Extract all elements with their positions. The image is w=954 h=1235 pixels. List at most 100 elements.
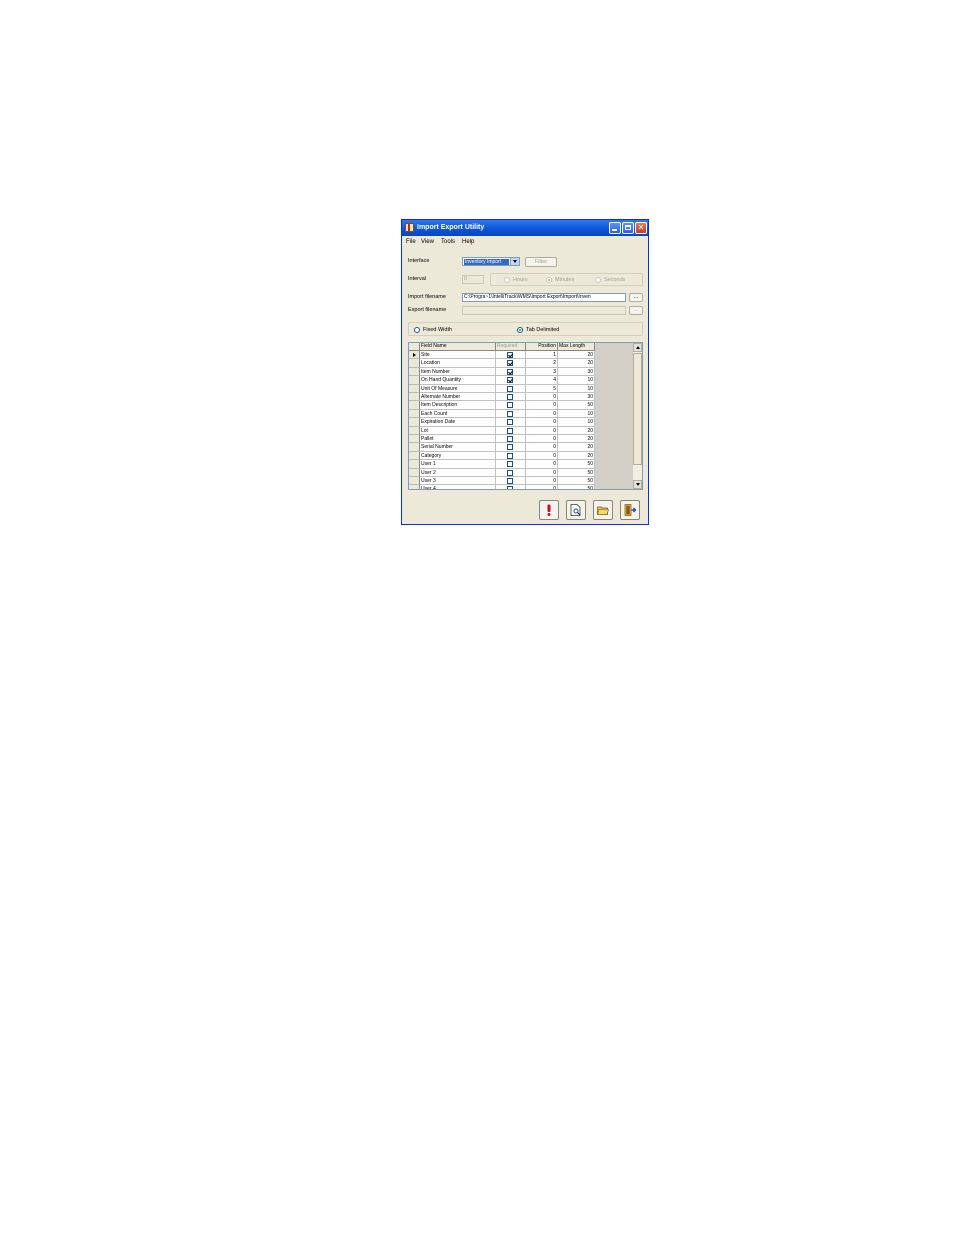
table-row[interactable]: Expiration Date 0 10 bbox=[409, 418, 595, 427]
cell-max-length[interactable]: 30 bbox=[558, 393, 595, 402]
row-selector[interactable] bbox=[409, 468, 420, 477]
cell-max-length[interactable]: 50 bbox=[558, 477, 595, 486]
header-max-length[interactable]: Max Length bbox=[558, 343, 595, 351]
table-row[interactable]: Location 2 20 bbox=[409, 359, 595, 368]
cell-position[interactable]: 0 bbox=[526, 409, 558, 419]
export-filename-input[interactable] bbox=[462, 306, 626, 315]
row-selector[interactable] bbox=[409, 351, 420, 360]
import-filename-input[interactable]: C:\Progra~1\IntelliTrack\WMS\Import Expo… bbox=[462, 293, 626, 302]
cell-field-name[interactable]: User 1 bbox=[420, 460, 496, 469]
cell-field-name[interactable]: Each Count bbox=[420, 409, 496, 419]
vertical-scrollbar[interactable] bbox=[632, 343, 642, 489]
row-selector[interactable] bbox=[409, 435, 420, 444]
cell-field-name[interactable]: Pallet bbox=[420, 435, 496, 444]
menu-file[interactable]: File bbox=[406, 237, 416, 247]
table-row[interactable]: User 2 0 50 bbox=[409, 468, 595, 477]
table-row[interactable]: Unit Of Measure 5 10 bbox=[409, 384, 595, 393]
required-checkbox[interactable] bbox=[507, 377, 513, 384]
cell-max-length[interactable]: 20 bbox=[558, 426, 595, 435]
cell-max-length[interactable]: 10 bbox=[558, 409, 595, 419]
radio-hours[interactable] bbox=[504, 277, 510, 283]
required-checkbox[interactable] bbox=[507, 469, 513, 476]
required-checkbox[interactable] bbox=[507, 444, 513, 451]
cell-required[interactable] bbox=[496, 351, 526, 360]
cell-position[interactable]: 0 bbox=[526, 393, 558, 402]
cell-position[interactable]: 0 bbox=[526, 485, 558, 489]
header-position[interactable]: Position bbox=[526, 343, 558, 351]
cell-field-name[interactable]: Unit Of Measure bbox=[420, 384, 496, 393]
cell-position[interactable]: 4 bbox=[526, 376, 558, 385]
header-required[interactable]: Required bbox=[496, 343, 526, 351]
cell-field-name[interactable]: Serial Number bbox=[420, 443, 496, 452]
cell-required[interactable] bbox=[496, 359, 526, 368]
cell-max-length[interactable]: 50 bbox=[558, 485, 595, 489]
header-field-name[interactable]: Field Name bbox=[420, 343, 496, 351]
table-row[interactable]: Serial Number 0 20 bbox=[409, 443, 595, 452]
required-checkbox[interactable] bbox=[507, 402, 513, 409]
cell-max-length[interactable]: 20 bbox=[558, 435, 595, 444]
maximize-button[interactable] bbox=[622, 222, 634, 234]
cell-max-length[interactable]: 50 bbox=[558, 401, 595, 410]
cell-max-length[interactable]: 20 bbox=[558, 443, 595, 452]
cell-max-length[interactable]: 20 bbox=[558, 351, 595, 360]
table-row[interactable]: User 3 0 50 bbox=[409, 477, 595, 486]
required-checkbox[interactable] bbox=[507, 368, 513, 375]
cell-position[interactable]: 0 bbox=[526, 426, 558, 435]
cell-position[interactable]: 0 bbox=[526, 460, 558, 469]
row-selector[interactable] bbox=[409, 418, 420, 427]
open-button[interactable] bbox=[593, 500, 613, 520]
cell-position[interactable]: 0 bbox=[526, 401, 558, 410]
required-checkbox[interactable] bbox=[507, 385, 513, 392]
scroll-thumb[interactable] bbox=[633, 353, 642, 465]
run-button[interactable] bbox=[539, 500, 559, 520]
menu-tools[interactable]: Tools bbox=[441, 237, 455, 247]
row-selector[interactable] bbox=[409, 359, 420, 368]
cell-field-name[interactable]: Alternate Number bbox=[420, 393, 496, 402]
cell-required[interactable] bbox=[496, 451, 526, 461]
cell-max-length[interactable]: 20 bbox=[558, 359, 595, 368]
cell-position[interactable]: 0 bbox=[526, 443, 558, 452]
radio-fixed-width[interactable] bbox=[414, 327, 420, 333]
row-selector[interactable] bbox=[409, 409, 420, 419]
cell-field-name[interactable]: User 4 bbox=[420, 485, 496, 489]
cell-required[interactable] bbox=[496, 477, 526, 486]
cell-position[interactable]: 0 bbox=[526, 451, 558, 461]
table-row[interactable]: User 4 0 50 bbox=[409, 485, 595, 489]
cell-position[interactable]: 5 bbox=[526, 384, 558, 393]
required-checkbox[interactable] bbox=[507, 452, 513, 459]
cell-field-name[interactable]: User 3 bbox=[420, 477, 496, 486]
cell-max-length[interactable]: 10 bbox=[558, 418, 595, 427]
table-row[interactable]: On Hand Quantity 4 10 bbox=[409, 376, 595, 385]
cell-position[interactable]: 0 bbox=[526, 468, 558, 477]
cell-position[interactable]: 0 bbox=[526, 418, 558, 427]
cell-required[interactable] bbox=[496, 409, 526, 419]
cell-required[interactable] bbox=[496, 435, 526, 444]
row-selector[interactable] bbox=[409, 443, 420, 452]
cell-field-name[interactable]: User 2 bbox=[420, 468, 496, 477]
interface-select[interactable]: Inventory Import bbox=[462, 257, 520, 266]
required-checkbox[interactable] bbox=[507, 461, 513, 468]
filter-button[interactable]: Filter bbox=[525, 257, 557, 267]
row-selector[interactable] bbox=[409, 485, 420, 489]
row-selector[interactable] bbox=[409, 451, 420, 461]
exit-button[interactable] bbox=[620, 500, 640, 520]
required-checkbox[interactable] bbox=[507, 478, 513, 484]
table-row[interactable]: Each Count 0 10 bbox=[409, 409, 595, 419]
required-checkbox[interactable] bbox=[507, 427, 513, 434]
required-checkbox[interactable] bbox=[507, 436, 513, 442]
table-row[interactable]: User 1 0 50 bbox=[409, 460, 595, 469]
radio-seconds[interactable] bbox=[595, 277, 601, 283]
radio-tab-delimited[interactable] bbox=[517, 327, 523, 333]
table-row[interactable]: Category 0 20 bbox=[409, 451, 595, 461]
menu-help[interactable]: Help bbox=[462, 237, 474, 247]
required-checkbox[interactable] bbox=[507, 360, 513, 367]
cell-required[interactable] bbox=[496, 443, 526, 452]
cell-required[interactable] bbox=[496, 426, 526, 435]
cell-position[interactable]: 0 bbox=[526, 435, 558, 444]
table-row[interactable]: Pallet 0 20 bbox=[409, 435, 595, 444]
cell-required[interactable] bbox=[496, 376, 526, 385]
cell-required[interactable] bbox=[496, 460, 526, 469]
cell-field-name[interactable]: Item Number bbox=[420, 367, 496, 377]
import-browse-button[interactable]: ... bbox=[629, 293, 643, 302]
title-bar[interactable]: Import Export Utility ✕ bbox=[402, 220, 648, 236]
